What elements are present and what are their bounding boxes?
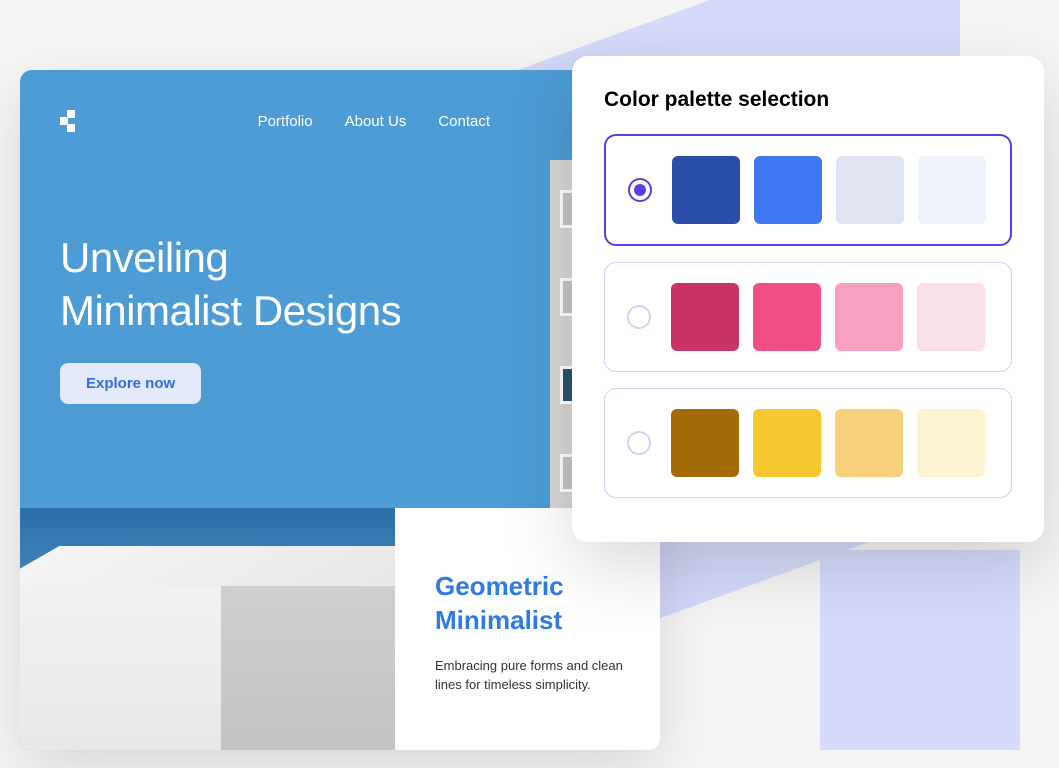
palette-panel: Color palette selection	[572, 56, 1044, 542]
nav-link-contact[interactable]: Contact	[438, 113, 490, 130]
radio-icon[interactable]	[627, 431, 651, 455]
color-swatch	[917, 283, 985, 351]
section-body: Embracing pure forms and clean lines for…	[435, 656, 630, 695]
color-swatch	[753, 409, 821, 477]
hero-section: Portfolio About Us Contact Unveiling Min…	[20, 70, 660, 508]
nav-bar: Portfolio About Us Contact	[60, 110, 620, 132]
explore-button[interactable]: Explore now	[60, 363, 201, 404]
swatch-row	[671, 283, 989, 351]
website-preview: Portfolio About Us Contact Unveiling Min…	[20, 70, 660, 750]
nav-links: Portfolio About Us Contact	[258, 113, 490, 130]
hero-title: Unveiling Minimalist Designs	[60, 232, 620, 337]
hero-title-line1: Unveiling	[60, 234, 228, 281]
palette-option-0[interactable]	[604, 134, 1012, 246]
palette-list	[604, 134, 1012, 498]
palette-option-1[interactable]	[604, 262, 1012, 372]
color-swatch	[672, 156, 740, 224]
palette-option-2[interactable]	[604, 388, 1012, 498]
radio-icon[interactable]	[627, 305, 651, 329]
color-swatch	[671, 409, 739, 477]
color-swatch	[753, 283, 821, 351]
color-swatch	[835, 409, 903, 477]
radio-icon[interactable]	[628, 178, 652, 202]
palette-title: Color palette selection	[604, 88, 1012, 112]
color-swatch	[835, 283, 903, 351]
section-title: Geometric Minimalist	[435, 570, 630, 638]
nav-link-about[interactable]: About Us	[345, 113, 407, 130]
swatch-row	[671, 409, 989, 477]
color-swatch	[836, 156, 904, 224]
section-text: Geometric Minimalist Embracing pure form…	[395, 508, 660, 750]
logo-icon[interactable]	[60, 110, 82, 132]
hero-title-line2: Minimalist Designs	[60, 287, 401, 334]
nav-link-portfolio[interactable]: Portfolio	[258, 113, 313, 130]
architecture-image	[20, 508, 395, 750]
swatch-row	[672, 156, 988, 224]
section-title-line2: Minimalist	[435, 605, 562, 635]
color-swatch	[917, 409, 985, 477]
section-title-line1: Geometric	[435, 571, 564, 601]
color-swatch	[918, 156, 986, 224]
lower-content: Geometric Minimalist Embracing pure form…	[20, 508, 660, 750]
background-shape-2	[820, 550, 1020, 750]
color-swatch	[754, 156, 822, 224]
color-swatch	[671, 283, 739, 351]
